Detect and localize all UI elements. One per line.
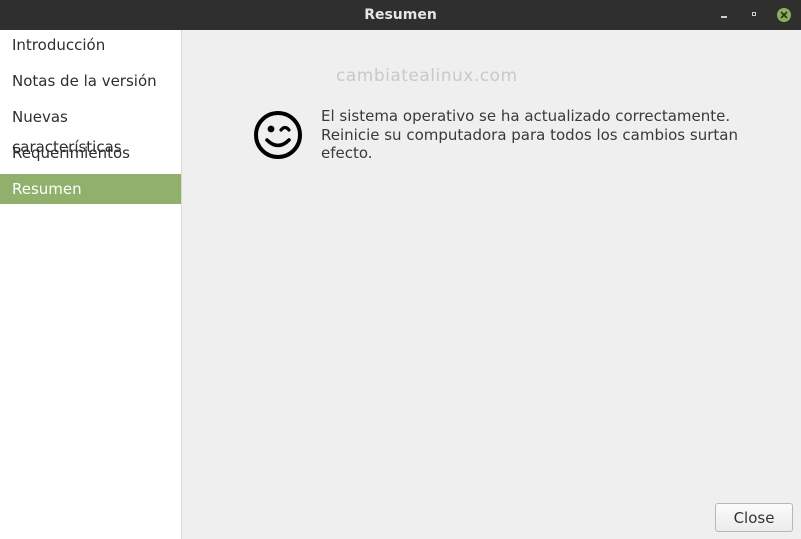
sidebar-item-resumen[interactable]: Resumen — [0, 174, 181, 204]
sidebar-item-requerimientos[interactable]: Requerimientos — [0, 138, 181, 168]
sidebar: Introducción Notas de la versión Nuevas … — [0, 30, 182, 539]
main-content: cambiatealinux.com El sistema operativo … — [182, 30, 801, 539]
sidebar-item-nuevas-caracteristicas[interactable]: Nuevas características — [0, 102, 181, 156]
close-icon[interactable] — [777, 8, 791, 22]
window-title: Resumen — [364, 7, 437, 23]
sidebar-item-notas-version[interactable]: Notas de la versión — [0, 66, 181, 96]
sidebar-item-introduccion[interactable]: Introducción — [0, 30, 181, 60]
watermark: cambiatealinux.com — [336, 66, 518, 86]
status-message: El sistema operativo se ha actualizado c… — [321, 107, 738, 162]
close-button[interactable]: Close — [715, 503, 793, 532]
maximize-icon[interactable] — [746, 7, 762, 23]
sidebar-list: Introducción Notas de la versión Nuevas … — [0, 30, 181, 204]
winking-smiley-icon — [254, 111, 302, 159]
upgrade-summary-window: Resumen Introducción Notas de la versión… — [0, 0, 801, 539]
minimize-icon[interactable] — [716, 7, 732, 23]
title-bar[interactable]: Resumen — [0, 0, 801, 30]
